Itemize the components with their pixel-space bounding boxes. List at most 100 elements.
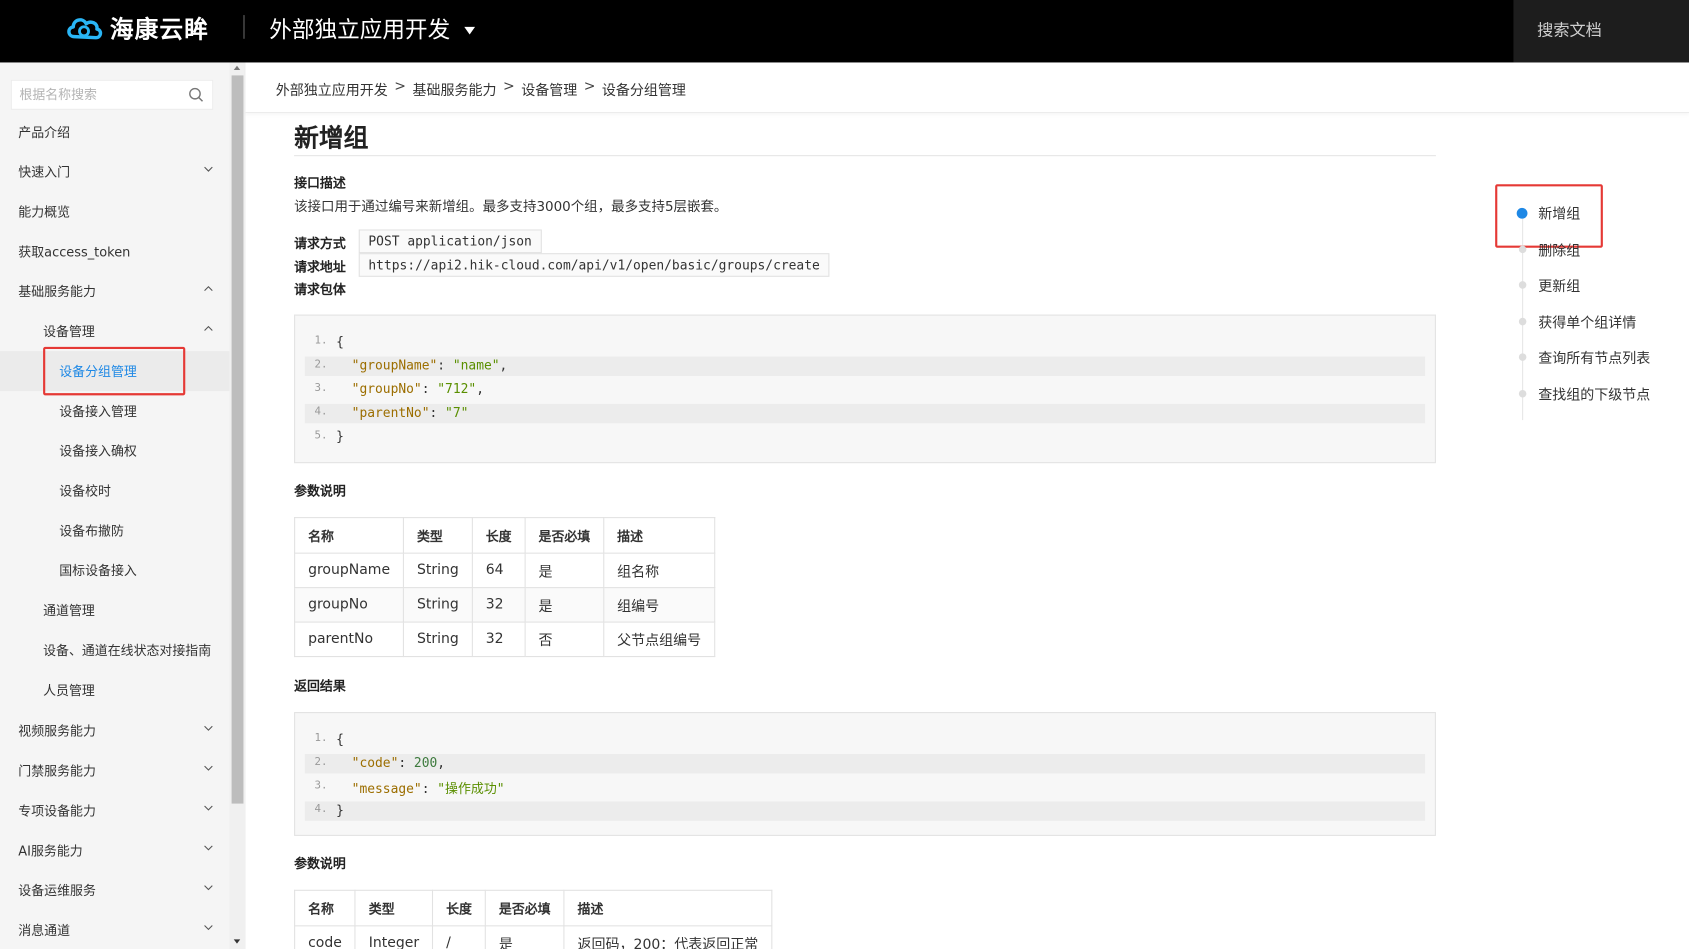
toc-dot-icon bbox=[1518, 353, 1527, 361]
toc-dot-icon bbox=[1518, 389, 1527, 397]
code-punct: , bbox=[499, 357, 508, 373]
page-title: 新增组 bbox=[294, 124, 369, 153]
line-number: 2. bbox=[314, 358, 328, 371]
sidebar-item-label: 消息通道 bbox=[18, 923, 71, 939]
line-number: 1. bbox=[314, 335, 328, 347]
sidebar-item[interactable]: 视频服务能力 bbox=[0, 711, 229, 751]
sidebar-item-label: 设备布撤防 bbox=[59, 523, 124, 539]
sidebar-item[interactable]: 人员管理 bbox=[0, 670, 229, 710]
table-cell: 是 bbox=[524, 587, 605, 623]
chevron-up-icon[interactable] bbox=[204, 325, 214, 331]
method-label: 请求方式 bbox=[294, 235, 346, 251]
table-row: code Integer / 是返回码，200：代表返回正常 bbox=[294, 925, 773, 949]
line-number: 5. bbox=[314, 429, 328, 442]
toc-item[interactable]: 查询所有节点列表 bbox=[1538, 347, 1650, 367]
code-line: 2. "groupName": "name", bbox=[304, 356, 1426, 376]
scroll-up-arrow-icon[interactable] bbox=[233, 65, 241, 71]
params2-label: 参数说明 bbox=[294, 856, 346, 872]
sidebar-item-label: 产品介绍 bbox=[18, 124, 71, 141]
sidebar-item[interactable]: 设备接入管理 bbox=[0, 391, 229, 431]
sidebar-item-label: 通道管理 bbox=[43, 603, 95, 619]
chevron-down-icon[interactable] bbox=[204, 725, 214, 731]
doc-content: 新增组 接口描述 该接口用于通过编号来新增组。最多支持3000个组，最多支持5层… bbox=[246, 114, 1485, 949]
search-docs-button[interactable]: 搜索文档 bbox=[1513, 0, 1689, 63]
chevron-down-icon[interactable] bbox=[204, 845, 214, 851]
breadcrumb-item-current[interactable]: 设备分组管理 bbox=[602, 79, 686, 99]
sidebar-item[interactable]: 专项设备能力 bbox=[0, 791, 229, 831]
toc-item[interactable]: 获得单个组详情 bbox=[1538, 311, 1636, 331]
table-cell: 组编号 bbox=[603, 587, 716, 623]
brand-logo[interactable]: 海康云眸 bbox=[65, 12, 209, 44]
code-brace: { bbox=[336, 333, 344, 350]
sidebar-item[interactable]: 设备校时 bbox=[0, 471, 229, 511]
sidebar-item[interactable]: 设备运维服务 bbox=[0, 870, 229, 910]
chevron-up-icon[interactable] bbox=[204, 285, 214, 292]
line-number: 4. bbox=[314, 803, 328, 816]
sidebar-item[interactable]: AI服务能力 bbox=[0, 831, 229, 871]
code-key: "parentNo" bbox=[351, 405, 430, 421]
line-number: 3. bbox=[314, 382, 328, 395]
sidebar-item[interactable]: 获取access_token bbox=[0, 232, 229, 272]
sidebar-item[interactable]: 设备接入确权 bbox=[0, 431, 229, 471]
toc-item[interactable]: 更新组 bbox=[1538, 275, 1580, 295]
chevron-down-icon[interactable] bbox=[204, 924, 214, 931]
table-cell: / bbox=[432, 925, 486, 949]
url-value: https://api2.hik-cloud.com/api/v1/open/b… bbox=[358, 253, 830, 277]
sidebar-item[interactable]: 设备、通道在线状态对接指南 bbox=[0, 630, 229, 670]
app-switcher[interactable]: 外部独立应用开发 bbox=[269, 13, 476, 45]
sidebar-item[interactable]: 快速入门 bbox=[0, 152, 229, 192]
sidebar-item[interactable]: 设备布撤防 bbox=[0, 511, 229, 551]
breadcrumb-separator: > bbox=[394, 78, 407, 95]
table-header-cell: 名称 bbox=[294, 517, 405, 554]
search-icon[interactable] bbox=[189, 87, 204, 102]
table-cell: 是 bbox=[484, 925, 565, 949]
code-brace: } bbox=[336, 802, 344, 818]
table-cell: String bbox=[402, 621, 473, 658]
url-label: 请求地址 bbox=[294, 259, 346, 275]
sidebar-item[interactable]: 产品介绍 bbox=[0, 112, 229, 152]
breadcrumb-separator: > bbox=[583, 78, 596, 95]
table-cell: groupNo bbox=[294, 587, 405, 623]
chevron-down-icon[interactable] bbox=[204, 166, 214, 172]
code-text: { bbox=[336, 334, 344, 349]
sidebar-item[interactable]: 设备管理 bbox=[0, 311, 229, 351]
toc-item[interactable]: 新增组 bbox=[1538, 203, 1580, 223]
api-description: 该接口用于通过编号来新增组。最多支持3000个组，最多支持5层嵌套。 bbox=[294, 198, 728, 215]
code-text: { bbox=[336, 731, 344, 746]
method-value: POST application/json bbox=[358, 229, 542, 254]
sidebar-search-input[interactable] bbox=[11, 80, 174, 109]
sidebar-scrollbar-thumb[interactable] bbox=[231, 75, 244, 804]
toc-item[interactable]: 删除组 bbox=[1538, 239, 1580, 259]
sidebar: 产品介绍快速入门能力概览获取access_token基础服务能力设备管理设备分组… bbox=[0, 62, 246, 949]
table-header-cell: 长度 bbox=[471, 517, 526, 554]
breadcrumb-bar: 外部独立应用开发 > 基础服务能力 > 设备管理 > 设备分组管理 bbox=[245, 62, 1689, 114]
sidebar-item[interactable]: 国标设备接入 bbox=[0, 550, 229, 590]
chevron-down-icon[interactable] bbox=[204, 765, 214, 771]
code-text: "parentNo": "7" bbox=[351, 405, 469, 421]
scroll-down-arrow-icon[interactable] bbox=[233, 939, 241, 944]
table-header-cell: 类型 bbox=[402, 517, 473, 554]
params-table: 名称 类型 长度 是否必填 描述 groupName String 64 是组名称 groupN… bbox=[294, 517, 716, 658]
table-row: groupName String 64 是组名称 bbox=[294, 552, 716, 589]
chevron-down-icon[interactable] bbox=[204, 805, 214, 811]
sidebar-item[interactable]: 基础服务能力 bbox=[0, 271, 229, 311]
params-label: 参数说明 bbox=[294, 483, 346, 499]
toc-item[interactable]: 查找组的下级节点 bbox=[1538, 383, 1650, 403]
code-line: 2. "code": 200, bbox=[304, 754, 1426, 774]
chevron-down-icon[interactable] bbox=[204, 884, 214, 891]
table-cell: Integer bbox=[354, 925, 434, 949]
sidebar-item[interactable]: 门禁服务能力 bbox=[0, 751, 229, 791]
title-divider bbox=[294, 155, 1436, 157]
code-punct: , bbox=[476, 381, 484, 397]
sidebar-item[interactable]: 能力概览 bbox=[0, 192, 229, 232]
breadcrumb-item[interactable]: 设备管理 bbox=[521, 79, 577, 99]
sidebar-item-label: 专项设备能力 bbox=[18, 803, 96, 819]
code-key: "groupName" bbox=[351, 357, 438, 373]
sidebar-item[interactable]: 消息通道 bbox=[0, 910, 229, 949]
toc-active-dot-icon bbox=[1516, 207, 1528, 219]
sidebar-item-label: 设备、通道在线状态对接指南 bbox=[43, 643, 212, 659]
sidebar-item[interactable]: 通道管理 bbox=[0, 590, 229, 630]
code-brace: { bbox=[336, 731, 344, 747]
breadcrumb-item[interactable]: 外部独立应用开发 bbox=[276, 79, 388, 99]
breadcrumb-item[interactable]: 基础服务能力 bbox=[412, 79, 496, 99]
